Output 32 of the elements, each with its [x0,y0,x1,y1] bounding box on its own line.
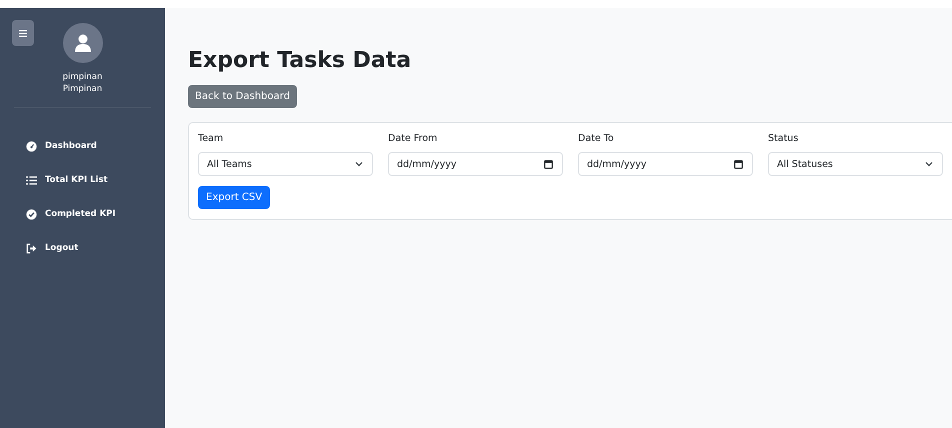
date-field[interactable]: dd/mm/yyyy [388,152,563,176]
calendar-icon [734,160,743,168]
nav-label: Total KPI List [45,175,108,185]
nav-item[interactable]: Logout [26,236,165,260]
back-button[interactable]: Back to Dashboard [188,85,297,108]
check-circle-icon [26,208,37,220]
select-field[interactable]: All Teams [198,152,373,176]
logout-icon [26,242,37,254]
gauge-icon [26,140,37,152]
select-field[interactable]: All Statuses [768,152,943,176]
chevron-down-icon [925,161,933,167]
page-title: Export Tasks Data [188,48,412,73]
nav-item[interactable]: Total KPI List [26,168,165,192]
nav-label: Dashboard [45,141,97,151]
user-icon [74,34,90,52]
list-icon [26,174,37,186]
field-label: Date From [388,133,438,144]
nav-item[interactable]: Dashboard [26,134,165,158]
menu-button[interactable] [12,20,34,46]
nav-item[interactable]: Completed KPI [26,202,165,226]
field-label: Team [198,133,224,144]
nav-label: Logout [45,243,78,253]
calendar-icon [544,160,553,168]
field-label: Status [768,133,800,144]
field-label: Date To [578,133,615,144]
menu-icon [19,30,27,36]
username: pimpinan [62,71,102,83]
chevron-down-icon [355,161,363,167]
export-button[interactable]: Export CSV [198,186,270,209]
nav-label: Completed KPI [45,209,116,219]
user-role: Pimpinan [62,83,102,95]
date-field[interactable]: dd/mm/yyyy [578,152,753,176]
